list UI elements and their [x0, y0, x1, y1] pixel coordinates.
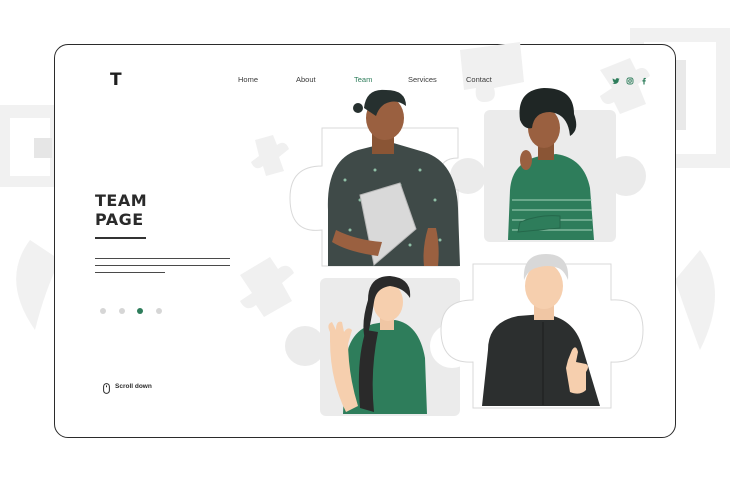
text-placeholder-line — [95, 258, 230, 259]
pagination-dot-1[interactable] — [100, 308, 106, 314]
text-placeholder-line — [95, 272, 165, 273]
pagination-dot-4[interactable] — [156, 308, 162, 314]
facebook-icon[interactable] — [640, 77, 648, 85]
title-line-2: PAGE — [95, 210, 144, 229]
nav-home[interactable]: Home — [238, 75, 258, 85]
title-underline — [95, 237, 146, 239]
nav-services[interactable]: Services — [408, 75, 437, 85]
nav-team[interactable]: Team — [354, 75, 372, 85]
mouse-icon — [103, 383, 110, 394]
twitter-icon[interactable] — [612, 77, 620, 85]
text-placeholder-line — [95, 265, 230, 266]
title-line-1: TEAM — [95, 191, 148, 210]
page-title: TEAM PAGE — [95, 191, 147, 229]
scroll-down-label: Scroll down — [115, 383, 152, 390]
scroll-down-button[interactable]: Scroll down — [103, 381, 152, 399]
instagram-icon[interactable] — [626, 77, 634, 85]
logo[interactable]: T — [110, 71, 122, 89]
pagination-dot-3[interactable] — [137, 308, 143, 314]
nav-about[interactable]: About — [296, 75, 316, 85]
pagination-dot-2[interactable] — [119, 308, 125, 314]
nav-contact[interactable]: Contact — [466, 75, 492, 85]
